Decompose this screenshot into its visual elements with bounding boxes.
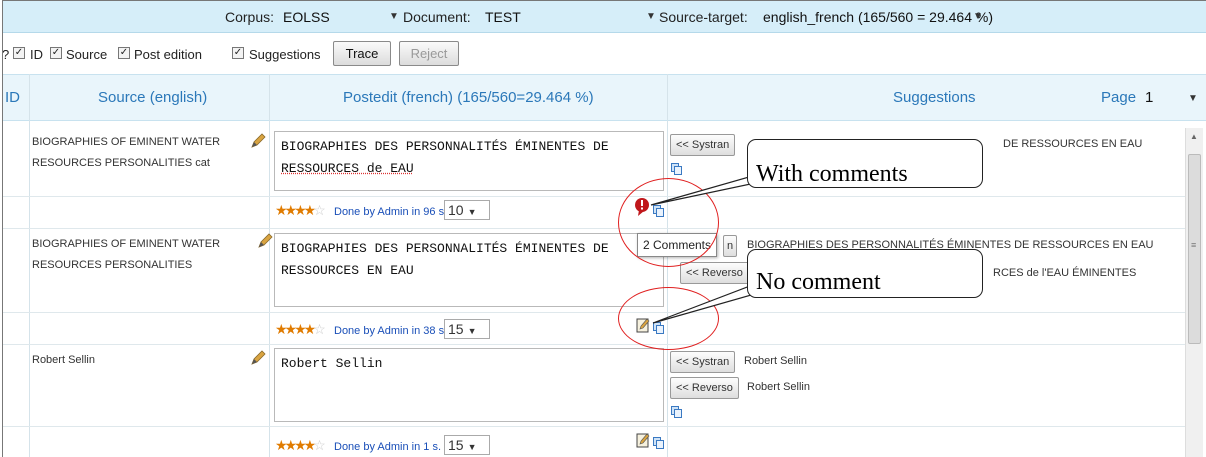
with-comments-label: With comments [756, 161, 908, 187]
options-bar: ? ✓ ID ✓ Source ✓ Post edition ✓ Suggest… [3, 33, 1206, 73]
postedit-column-header[interactable]: Postedit (french) (165/560=29.464 %) [343, 89, 594, 106]
post-edition-checkbox[interactable]: ✓ [118, 47, 130, 59]
done-status: Done by Admin in 38 s. [334, 325, 448, 337]
application-window: Corpus: EOLSS ▼ Document: TEST ▼ Source-… [2, 0, 1206, 457]
no-comment-callout: No comment [747, 249, 983, 298]
corpus-select[interactable]: EOLSS [283, 9, 330, 25]
postedit-line: BIOGRAPHIES DES PERSONNALITÉS ÉMINENTES … [281, 241, 609, 256]
postedit-line: Robert Sellin [281, 356, 383, 371]
source-segment: BIOGRAPHIES OF EMINENT WATER RESOURCES P… [32, 238, 221, 271]
score-value: 15 [448, 437, 464, 453]
highlight-ellipse [618, 178, 719, 267]
no-comment-label: No comment [756, 269, 881, 295]
grip-icon: ≡ [1191, 240, 1197, 250]
row-divider [3, 426, 1185, 427]
source-target-label: Source-target: [659, 9, 748, 25]
score-select[interactable]: 10 ▼ [444, 200, 490, 220]
scrollbar-thumb[interactable]: ≡ [1188, 154, 1201, 344]
with-comments-callout: With comments [747, 139, 983, 188]
reverso-button[interactable]: << Reverso [670, 377, 739, 399]
source-checkbox-label: Source [66, 47, 108, 62]
edit-pencil-icon[interactable] [250, 350, 266, 366]
suggestions-column-header[interactable]: Suggestions [893, 89, 976, 106]
systran-button[interactable]: n [723, 235, 738, 257]
score-select[interactable]: 15 ▼ [444, 435, 490, 455]
id-checkbox-label: ID [30, 47, 43, 62]
reject-button[interactable]: Reject [399, 41, 459, 66]
row-divider [3, 344, 1185, 345]
row-divider [3, 196, 1185, 197]
row-divider [3, 228, 1185, 229]
rating-stars-icon[interactable]: ★★★★☆ [275, 437, 326, 454]
page-dropdown-arrow-icon[interactable]: ▼ [1188, 93, 1198, 104]
source-segment: BIOGRAPHIES OF EMINENT WATER RESOURCES P… [32, 136, 221, 169]
source-target-select[interactable]: english_french (165/560 = 29.464 %) [763, 9, 993, 25]
scroll-up-arrow-icon[interactable]: ▲ [1190, 132, 1198, 141]
score-value: 15 [448, 321, 464, 337]
table-header: ID Source (english) Postedit (french) (1… [3, 74, 1206, 121]
score-dropdown-arrow-icon: ▼ [467, 207, 477, 217]
corpus-label: Corpus: [225, 9, 275, 25]
row-divider [3, 312, 1185, 313]
comment-empty-icon[interactable] [636, 432, 650, 448]
postedit-textarea[interactable]: BIOGRAPHIES DES PERSONNALITÉS ÉMINENTES … [274, 131, 664, 191]
post-edition-checkbox-label: Post edition [134, 47, 202, 62]
systran-suggestion: DE RESSOURCES EN EAU [1003, 138, 1143, 150]
vertical-scrollbar[interactable]: ▲ ≡ [1185, 128, 1203, 457]
score-value: 10 [448, 202, 464, 218]
score-dropdown-arrow-icon: ▼ [467, 442, 477, 452]
edit-pencil-icon[interactable] [250, 133, 266, 149]
page-label: Page [1101, 89, 1137, 106]
column-divider [29, 74, 30, 457]
trace-button[interactable]: Trace [333, 41, 391, 66]
postedit-textarea[interactable]: Robert Sellin [274, 348, 664, 422]
done-status: Done by Admin in 1 s. [334, 441, 442, 453]
source-column-header[interactable]: Source (english) [98, 89, 207, 106]
systran-suggestion: Robert Sellin [744, 355, 807, 367]
highlight-ellipse [618, 287, 719, 350]
postedit-line: RESSOURCES de EAU [281, 161, 414, 176]
rating-stars-icon[interactable]: ★★★★☆ [275, 321, 326, 338]
selector-bar: Corpus: EOLSS ▼ Document: TEST ▼ Source-… [3, 1, 1206, 33]
done-status: Done by Admin in 96 s. [334, 206, 448, 218]
edit-pencil-icon[interactable] [257, 233, 273, 249]
score-select[interactable]: 15 ▼ [444, 319, 490, 339]
rating-stars-icon[interactable]: ★★★★☆ [275, 202, 326, 219]
systran-button[interactable]: << Systran [670, 134, 736, 156]
column-divider [269, 74, 270, 457]
postedit-textarea[interactable]: BIOGRAPHIES DES PERSONNALITÉS ÉMINENTES … [274, 233, 664, 307]
postedit-line: BIOGRAPHIES DES PERSONNALITÉS ÉMINENTES … [281, 139, 609, 154]
help-icon[interactable]: ? [3, 47, 9, 62]
document-select[interactable]: TEST [485, 9, 521, 25]
reverso-suggestion: Robert Sellin [747, 381, 810, 393]
reverso-suggestion: RCES de l'EAU ÉMINENTES [993, 267, 1137, 279]
source-checkbox[interactable]: ✓ [50, 47, 62, 59]
copy-icon[interactable] [671, 406, 682, 418]
source-target-dropdown-arrow-icon[interactable]: ▼ [973, 11, 983, 22]
suggestions-checkbox-label: Suggestions [249, 47, 321, 62]
source-segment: Robert Sellin [32, 354, 95, 366]
suggestions-checkbox[interactable]: ✓ [232, 47, 244, 59]
document-label: Document: [403, 9, 471, 25]
copy-icon[interactable] [671, 163, 682, 175]
systran-button[interactable]: << Systran [670, 351, 736, 373]
page-select[interactable]: 1 [1145, 89, 1153, 106]
id-checkbox[interactable]: ✓ [13, 47, 25, 59]
corpus-dropdown-arrow-icon[interactable]: ▼ [389, 11, 399, 22]
copy-icon[interactable] [653, 437, 664, 449]
reverso-button[interactable]: << Reverso [680, 262, 749, 284]
postedit-line: RESSOURCES EN EAU [281, 263, 414, 278]
score-dropdown-arrow-icon: ▼ [467, 326, 477, 336]
id-column-header[interactable]: ID [5, 89, 20, 106]
document-dropdown-arrow-icon[interactable]: ▼ [646, 11, 656, 22]
